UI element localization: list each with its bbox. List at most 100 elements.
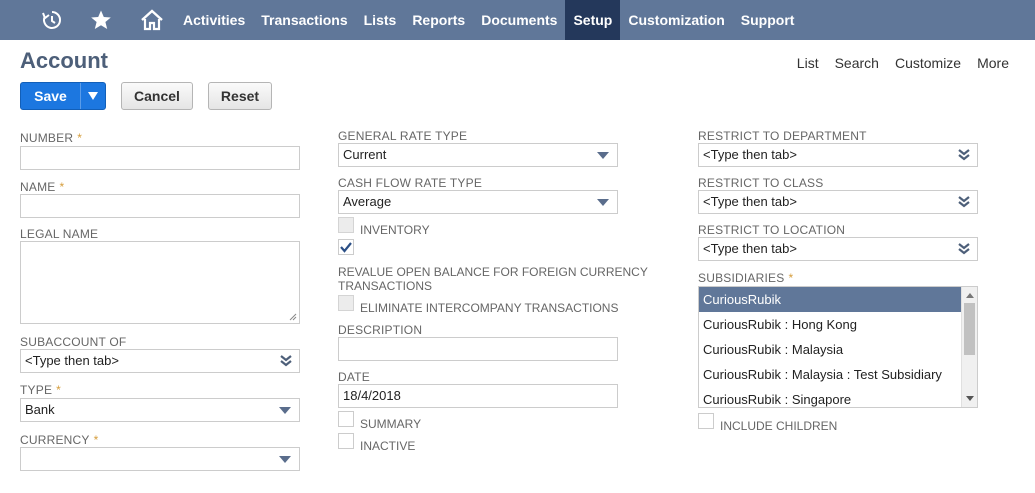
- home-icon[interactable]: [138, 0, 166, 40]
- search-link[interactable]: Search: [835, 55, 879, 71]
- name-label: NAME *: [20, 180, 64, 194]
- star-icon[interactable]: [88, 0, 114, 40]
- subsidiaries-scrollbar[interactable]: [961, 287, 977, 407]
- currency-label-text: CURRENCY: [20, 433, 90, 447]
- subaccount-value: <Type then tab>: [25, 353, 119, 368]
- scroll-down-icon[interactable]: [966, 396, 974, 401]
- checkmark-icon: [340, 242, 352, 253]
- eliminate-intercompany-label: ELIMINATE INTERCOMPANY TRANSACTIONS: [360, 301, 619, 315]
- nav-item-documents[interactable]: Documents: [473, 0, 565, 40]
- restrict-location-value: <Type then tab>: [703, 241, 797, 256]
- restrict-department-label: RESTRICT TO DEPARTMENT: [698, 129, 867, 143]
- name-input[interactable]: [20, 194, 300, 218]
- required-marker: *: [93, 433, 99, 447]
- inactive-label: INACTIVE: [360, 439, 416, 453]
- cash-flow-rate-type-label: CASH FLOW RATE TYPE: [338, 176, 483, 190]
- top-navigation: Activities Transactions Lists Reports Do…: [0, 0, 1035, 40]
- restrict-location-label: RESTRICT TO LOCATION: [698, 223, 846, 237]
- nav-menu: Activities Transactions Lists Reports Do…: [175, 0, 802, 40]
- inventory-label: INVENTORY: [360, 223, 430, 237]
- required-marker: *: [77, 131, 83, 145]
- inventory-checkbox[interactable]: [338, 217, 354, 233]
- dropdown-arrow-icon: [597, 152, 609, 159]
- date-label: DATE: [338, 370, 370, 384]
- double-chevron-down-icon: [958, 243, 970, 255]
- general-rate-type-label: GENERAL RATE TYPE: [338, 129, 468, 143]
- page-title: Account: [20, 48, 108, 73]
- cancel-button[interactable]: Cancel: [121, 82, 193, 110]
- subsidiary-option[interactable]: CuriousRubik : Malaysia: [699, 337, 961, 362]
- nav-item-setup[interactable]: Setup: [565, 0, 621, 40]
- subsidiary-option[interactable]: CuriousRubik : Malaysia : Test Subsidiar…: [699, 362, 961, 387]
- double-chevron-down-icon: [958, 196, 970, 208]
- subsidiaries-label: SUBSIDIARIES *: [698, 271, 793, 285]
- scroll-up-icon[interactable]: [966, 293, 974, 298]
- list-link[interactable]: List: [797, 55, 819, 71]
- number-input[interactable]: [20, 146, 300, 170]
- nav-item-reports[interactable]: Reports: [404, 0, 473, 40]
- dropdown-arrow-icon: [279, 456, 291, 463]
- nav-item-transactions[interactable]: Transactions: [253, 0, 355, 40]
- type-label: TYPE *: [20, 383, 61, 397]
- recent-icon[interactable]: [38, 0, 66, 40]
- cash-flow-rate-type-select[interactable]: Average: [338, 190, 618, 214]
- cash-flow-rate-type-value: Average: [343, 194, 392, 209]
- nav-item-support[interactable]: Support: [733, 0, 803, 40]
- eliminate-intercompany-checkbox[interactable]: [338, 295, 354, 311]
- description-label: DESCRIPTION: [338, 323, 423, 337]
- subsidiary-option[interactable]: CuriousRubik : Singapore: [699, 387, 961, 407]
- type-value: Bank: [25, 402, 55, 417]
- home-icon-graphic: [141, 9, 163, 31]
- double-chevron-down-icon: [280, 355, 292, 367]
- restrict-department-select[interactable]: <Type then tab>: [698, 143, 978, 167]
- restrict-class-value: <Type then tab>: [703, 194, 797, 209]
- required-marker: *: [788, 271, 794, 285]
- save-options-button[interactable]: [81, 83, 105, 109]
- subsidiary-option[interactable]: CuriousRubik : Hong Kong: [699, 312, 961, 337]
- inactive-checkbox[interactable]: [338, 433, 354, 449]
- name-label-text: NAME: [20, 180, 56, 194]
- save-button[interactable]: Save: [20, 82, 106, 110]
- date-input[interactable]: 18/4/2018: [338, 384, 618, 408]
- type-label-text: TYPE: [20, 383, 53, 397]
- restrict-class-label: RESTRICT TO CLASS: [698, 176, 824, 190]
- required-marker: *: [59, 180, 65, 194]
- customize-link[interactable]: Customize: [895, 55, 961, 71]
- resize-handle-icon[interactable]: [289, 313, 297, 321]
- restrict-location-select[interactable]: <Type then tab>: [698, 237, 978, 261]
- number-label-text: NUMBER: [20, 131, 74, 145]
- general-rate-type-select[interactable]: Current: [338, 143, 618, 167]
- general-rate-type-value: Current: [343, 147, 387, 162]
- restrict-class-select[interactable]: <Type then tab>: [698, 190, 978, 214]
- revalue-checkbox[interactable]: [338, 239, 354, 255]
- summary-label: SUMMARY: [360, 417, 422, 431]
- nav-item-lists[interactable]: Lists: [356, 0, 405, 40]
- subaccount-label: SUBACCOUNT OF: [20, 335, 127, 349]
- recent-icon-graphic: [42, 11, 61, 29]
- subaccount-select[interactable]: <Type then tab>: [20, 349, 300, 373]
- caret-down-icon: [88, 92, 98, 100]
- header-links: List Search Customize More: [797, 55, 1009, 71]
- number-label: NUMBER *: [20, 131, 82, 145]
- required-marker: *: [56, 383, 62, 397]
- star-icon-graphic: [91, 10, 111, 29]
- subsidiaries-multiselect[interactable]: CuriousRubik CuriousRubik : Hong Kong Cu…: [698, 286, 978, 408]
- legal-name-textarea[interactable]: [20, 241, 300, 324]
- type-select[interactable]: Bank: [20, 398, 300, 422]
- reset-button[interactable]: Reset: [208, 82, 272, 110]
- currency-select[interactable]: [20, 447, 300, 471]
- nav-item-customization[interactable]: Customization: [620, 0, 732, 40]
- subsidiary-option[interactable]: CuriousRubik: [699, 287, 961, 312]
- currency-label: CURRENCY *: [20, 433, 98, 447]
- restrict-department-value: <Type then tab>: [703, 147, 797, 162]
- revalue-label: REVALUE OPEN BALANCE FOR FOREIGN CURRENC…: [338, 265, 648, 293]
- include-children-checkbox[interactable]: [698, 413, 714, 429]
- double-chevron-down-icon: [958, 149, 970, 161]
- legal-name-label: LEGAL NAME: [20, 227, 99, 241]
- summary-checkbox[interactable]: [338, 411, 354, 427]
- more-link[interactable]: More: [977, 55, 1009, 71]
- nav-item-activities[interactable]: Activities: [175, 0, 253, 40]
- description-input[interactable]: [338, 337, 618, 361]
- scroll-thumb[interactable]: [964, 303, 975, 355]
- subsidiaries-label-text: SUBSIDIARIES: [698, 271, 785, 285]
